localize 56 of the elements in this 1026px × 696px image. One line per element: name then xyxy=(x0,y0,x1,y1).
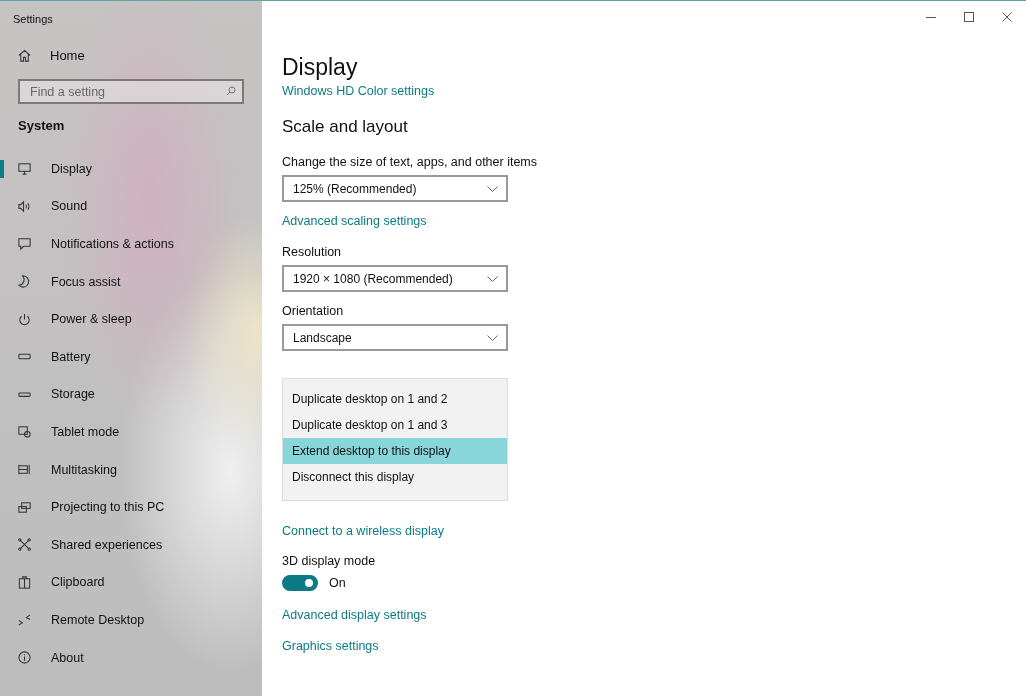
clipboard-icon xyxy=(17,574,32,590)
projector-screens-icon xyxy=(17,499,32,515)
chevron-down-icon xyxy=(487,334,498,341)
menu-item[interactable]: Duplicate desktop on 1 and 2 xyxy=(283,386,507,412)
field-label: Change the size of text, apps, and other items xyxy=(282,155,537,169)
speech-bubble-icon xyxy=(17,236,32,252)
search-icon xyxy=(226,86,236,96)
link[interactable]: Connect to a wireless display xyxy=(282,524,444,538)
remote-arrows-icon xyxy=(17,612,32,628)
monitor-icon xyxy=(17,161,32,177)
tablet-icon xyxy=(17,424,32,440)
power-icon xyxy=(17,311,32,327)
link[interactable]: Advanced display settings xyxy=(282,608,427,622)
nav-item[interactable]: Projecting to this PC xyxy=(0,488,262,526)
chevron-down-icon xyxy=(487,275,498,282)
nav-item[interactable]: Storage xyxy=(0,375,262,414)
nav-item[interactable]: Battery xyxy=(0,337,262,376)
nav-item[interactable]: Sound xyxy=(0,187,262,226)
search-field[interactable]: Find a setting xyxy=(18,79,244,104)
link[interactable]: Windows HD Color settings xyxy=(282,84,435,98)
nav-item[interactable]: About xyxy=(0,638,262,677)
nav-item[interactable]: Remote Desktop xyxy=(0,601,262,639)
toggle-state: On xyxy=(329,576,346,590)
field-label: Resolution xyxy=(282,245,342,259)
page-title: Display xyxy=(282,53,358,81)
crossed-lines-icon xyxy=(17,537,32,553)
link[interactable]: Graphics settings xyxy=(282,639,379,653)
close-icon xyxy=(1002,12,1012,22)
menu-item[interactable]: Duplicate desktop on 1 and 3 xyxy=(283,412,507,438)
menu-item[interactable]: Disconnect this display xyxy=(283,464,507,490)
nav-item[interactable]: Focus assist xyxy=(0,262,262,301)
nav-item[interactable]: Clipboard xyxy=(0,563,262,602)
field-label: Orientation xyxy=(282,304,344,318)
nav-item[interactable]: Tablet mode xyxy=(0,413,262,451)
link[interactable]: Advanced scaling settings xyxy=(282,214,427,228)
nav-item[interactable]: Power & sleep xyxy=(0,300,262,338)
section-heading: System xyxy=(17,117,66,135)
nav-item[interactable]: Multitasking xyxy=(0,450,262,489)
home-nav-item[interactable]: Home xyxy=(0,35,262,75)
window-title: Settings xyxy=(12,12,54,27)
info-icon xyxy=(17,650,32,665)
dropdown[interactable]: 1920 × 1080 (Recommended) xyxy=(282,265,508,292)
nav-item[interactable]: Shared experiences xyxy=(0,525,262,564)
home-icon xyxy=(17,47,32,63)
dropdown[interactable]: Landscape xyxy=(282,324,508,351)
moon-icon xyxy=(17,274,32,290)
nav-item[interactable]: Notifications & actions xyxy=(0,225,262,263)
dropdown[interactable]: 125% (Recommended) xyxy=(282,175,508,202)
field-label: 3D display mode xyxy=(282,554,376,568)
section-heading: Scale and layout xyxy=(282,116,408,138)
menu-item[interactable]: Extend desktop to this display xyxy=(283,438,507,464)
maximize-icon xyxy=(964,12,974,22)
chevron-down-icon xyxy=(487,185,498,192)
nav-item[interactable]: Display xyxy=(0,150,262,188)
speaker-icon xyxy=(17,198,32,214)
toggle-switch[interactable] xyxy=(282,575,318,591)
